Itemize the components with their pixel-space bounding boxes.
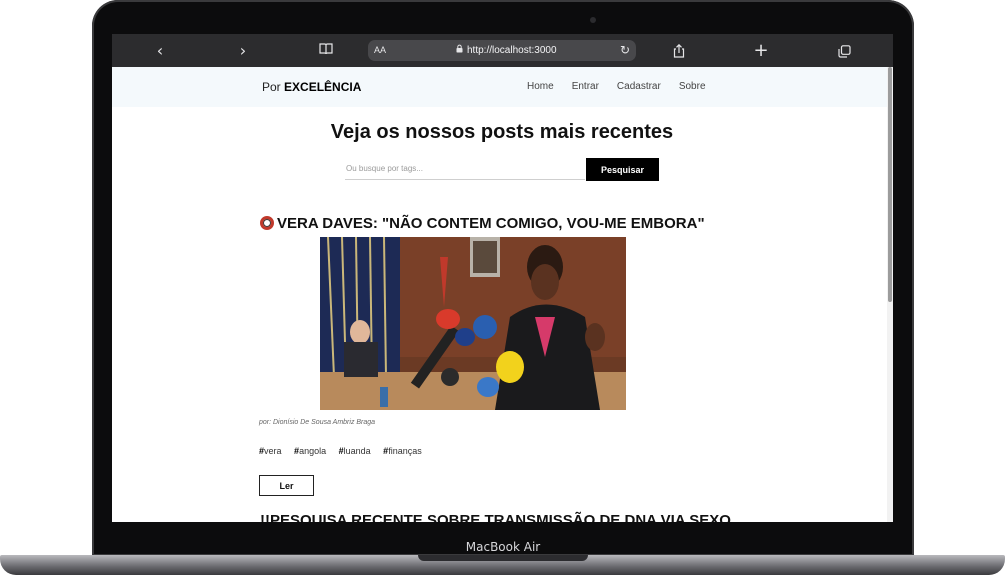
nav-sobre[interactable]: Sobre [679, 67, 706, 107]
new-tab-icon[interactable]: + [750, 34, 772, 67]
device-label: MacBook Air [465, 540, 541, 554]
reload-icon[interactable]: ↻ [620, 40, 630, 61]
nav-entrar[interactable]: Entrar [572, 67, 599, 107]
brand-prefix: Por [262, 80, 281, 94]
tag-link[interactable]: #finanças [383, 446, 427, 456]
tag-text: finanças [388, 446, 422, 456]
post-image [320, 237, 626, 410]
url-text: http://localhost:3000 [467, 45, 557, 56]
post-title-text: VERA DAVES: "NÃO CONTEM COMIGO, VOU-ME E… [277, 215, 705, 232]
red-circle-icon [260, 216, 274, 230]
scrollbar[interactable] [887, 67, 893, 522]
tag-link[interactable]: #vera [259, 446, 287, 456]
browser-toolbar: ‹ › AA http://localhost:3000 ↻ + [112, 34, 893, 67]
laptop-notch [418, 555, 588, 561]
text-size-button[interactable]: AA [374, 40, 386, 61]
tag-link[interactable]: #luanda [339, 446, 376, 456]
brand-name: EXCELÊNCIA [284, 80, 362, 94]
site-brand[interactable]: Por EXCELÊNCIA [262, 67, 361, 107]
site-navbar: Por EXCELÊNCIA Home Entrar Cadastrar Sob… [112, 67, 887, 107]
post-author: por: Dionísio De Sousa Ambriz Braga [259, 419, 376, 426]
post-title[interactable]: VERA DAVES: "NÃO CONTEM COMIGO, VOU-ME E… [260, 215, 705, 232]
nav-links: Home Entrar Cadastrar Sobre [527, 67, 724, 107]
read-button[interactable]: Ler [259, 475, 314, 496]
tabs-overview-icon[interactable] [833, 34, 855, 67]
page-title: Veja os nossos posts mais recentes [330, 121, 674, 143]
scroll-thumb[interactable] [888, 67, 892, 302]
post-tags: #vera #angola #luanda #finanças [259, 446, 432, 456]
tag-text: angola [299, 446, 327, 456]
forward-icon[interactable]: › [232, 34, 254, 67]
post-title-2[interactable]: !!PESQUISA RECENTE SOBRE TRANSMISSÃO DE … [260, 512, 731, 522]
lock-icon [456, 40, 463, 61]
tag-search-input[interactable] [345, 158, 585, 180]
back-icon[interactable]: ‹ [149, 34, 171, 67]
share-icon[interactable] [668, 34, 690, 67]
nav-home[interactable]: Home [527, 67, 554, 107]
tag-link[interactable]: #angola [294, 446, 331, 456]
tag-text: vera [264, 446, 282, 456]
browser-screen: ‹ › AA http://localhost:3000 ↻ + Por EXC… [112, 34, 893, 522]
tag-text: luanda [343, 446, 371, 456]
address-bar[interactable]: AA http://localhost:3000 ↻ [368, 40, 636, 61]
camera [590, 17, 596, 23]
main-content: Veja os nossos posts mais recentes Pesqu… [112, 107, 887, 522]
nav-cadastrar[interactable]: Cadastrar [617, 67, 661, 107]
bookmarks-icon[interactable] [315, 34, 337, 67]
search-button[interactable]: Pesquisar [586, 158, 659, 181]
